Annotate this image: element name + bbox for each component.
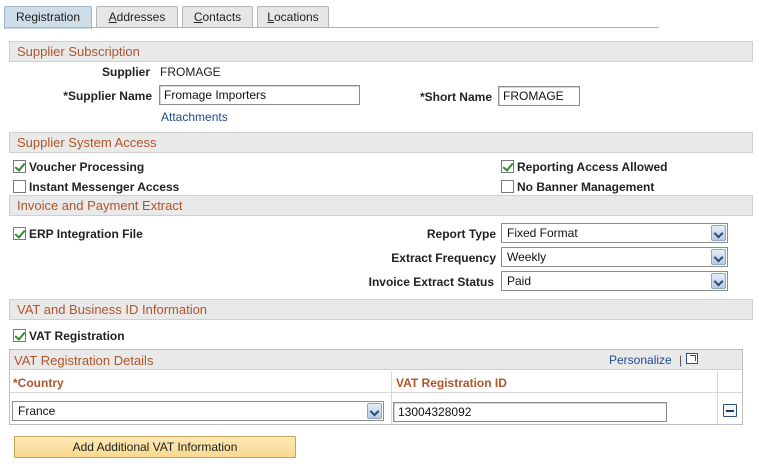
attachments-link[interactable]: Attachments	[161, 110, 228, 124]
column-divider	[717, 371, 718, 424]
no-banner-checkbox[interactable]	[501, 180, 514, 193]
add-vat-button[interactable]: Add Additional VAT Information	[14, 436, 296, 458]
section-supplier-subscription: Supplier Subscription	[9, 41, 753, 62]
instant-messenger-label: Instant Messenger Access	[29, 180, 180, 194]
extract-status-select[interactable]: Paid	[501, 271, 728, 291]
tab-registration[interactable]: Registration	[4, 6, 92, 29]
country-value: France	[18, 404, 56, 418]
erp-integration-checkbox[interactable]	[13, 227, 26, 240]
section-title: Supplier Subscription	[17, 44, 140, 59]
report-type-select[interactable]: Fixed Format	[501, 223, 728, 243]
tab-registration-label: Registration	[15, 10, 81, 24]
section-system-access: Supplier System Access	[9, 132, 753, 153]
voucher-processing-label: Voucher Processing	[29, 160, 145, 174]
reporting-access-checkbox[interactable]	[501, 160, 514, 173]
extract-status-label: Invoice Extract Status	[368, 275, 494, 289]
chevron-down-icon[interactable]	[711, 249, 726, 265]
supplier-value: FROMAGE	[160, 65, 221, 79]
tab-underline	[4, 27, 659, 28]
short-name-label: *Short Name	[419, 90, 492, 104]
popout-icon[interactable]	[686, 353, 698, 364]
grid-title: VAT Registration Details	[14, 353, 154, 368]
section-title: Invoice and Payment Extract	[17, 198, 183, 213]
voucher-processing-checkbox[interactable]	[13, 160, 26, 173]
report-type-value: Fixed Format	[507, 226, 578, 240]
tab-contacts[interactable]: Contacts	[182, 6, 253, 28]
supplier-name-label: *Supplier Name	[63, 89, 152, 103]
tab-addresses-label: Addresses	[108, 10, 166, 24]
col-vat-id-header: VAT Registration ID	[396, 376, 507, 390]
add-vat-button-label: Add Additional VAT Information	[72, 440, 238, 454]
supplier-label: Supplier	[101, 65, 150, 79]
country-select[interactable]: France	[12, 401, 384, 421]
grid-title-bar: VAT Registration Details Personalize |	[10, 350, 742, 370]
extract-frequency-select[interactable]: Weekly	[501, 247, 728, 267]
tab-locations-label: Locations	[267, 10, 319, 24]
instant-messenger-checkbox[interactable]	[13, 180, 26, 193]
no-banner-label: No Banner Management	[517, 180, 655, 194]
vat-registration-grid: VAT Registration Details Personalize | *…	[9, 349, 743, 425]
section-title: Supplier System Access	[17, 135, 157, 150]
tab-addresses[interactable]: Addresses	[96, 6, 178, 28]
extract-frequency-label: Extract Frequency	[391, 251, 496, 265]
chevron-down-icon[interactable]	[711, 273, 726, 289]
supplier-name-field[interactable]: Fromage Importers	[159, 85, 360, 105]
report-type-label: Report Type	[426, 227, 496, 241]
personalize-link[interactable]: Personalize	[609, 353, 672, 367]
delete-row-icon[interactable]	[723, 404, 737, 417]
chevron-down-icon[interactable]	[711, 225, 726, 241]
extract-status-value: Paid	[507, 274, 532, 288]
section-invoice-extract: Invoice and Payment Extract	[9, 195, 753, 216]
vat-registration-label: VAT Registration	[29, 329, 125, 343]
grid-header-row: *Country VAT Registration ID	[10, 371, 742, 393]
col-country-header: *Country	[13, 376, 64, 390]
section-vat: VAT and Business ID Information	[9, 299, 753, 320]
short-name-field[interactable]: FROMAGE	[498, 86, 580, 106]
chevron-down-icon[interactable]	[367, 403, 382, 419]
separator: |	[679, 353, 683, 367]
tab-locations[interactable]: Locations	[257, 6, 329, 28]
erp-integration-label: ERP Integration File	[29, 227, 143, 241]
extract-frequency-value: Weekly	[507, 250, 547, 264]
reporting-access-label: Reporting Access Allowed	[517, 160, 668, 174]
column-divider	[391, 371, 392, 424]
section-title: VAT and Business ID Information	[17, 302, 208, 317]
vat-registration-checkbox[interactable]	[13, 329, 26, 342]
vat-id-field[interactable]: 13004328092	[393, 402, 667, 422]
tab-contacts-label: Contacts	[193, 10, 242, 24]
